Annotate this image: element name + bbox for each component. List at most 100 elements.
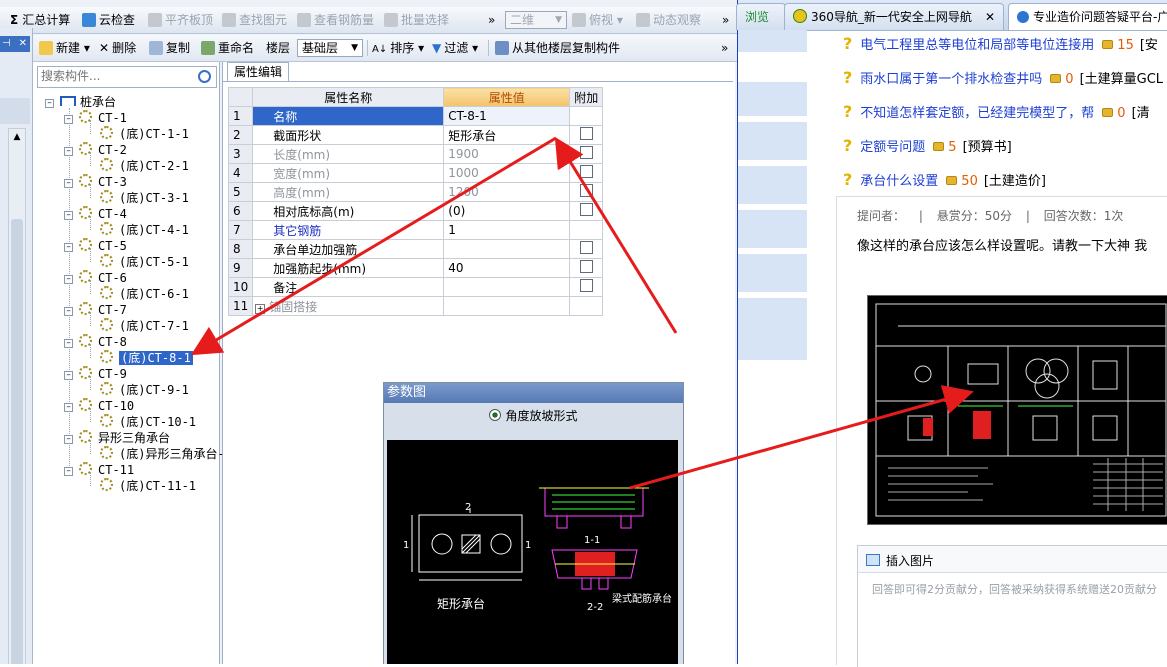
question-link[interactable]: 电气工程里总等电位和局部等电位连接用 <box>860 38 1094 53</box>
question-link[interactable]: 不知道怎样套定额，已经建完模型了，帮 <box>860 106 1094 121</box>
property-row[interactable]: 6 相对底标高(m) (0) <box>227 201 604 221</box>
question-link[interactable]: 定额号问题 <box>860 140 925 155</box>
property-value-cell[interactable]: 矩形承台 <box>443 125 571 145</box>
property-row[interactable]: 10 备注 <box>227 277 604 297</box>
extra-cell[interactable] <box>569 163 604 183</box>
extra-checkbox[interactable] <box>579 146 593 159</box>
collapse-icon[interactable]: − <box>64 211 73 220</box>
new-button[interactable]: 新建 ▾ <box>39 39 90 57</box>
find-element-button[interactable]: 查找图元 <box>222 11 287 29</box>
collapse-icon[interactable]: − <box>64 179 73 188</box>
property-row[interactable]: 7 其它钢筋 1 <box>227 220 604 240</box>
filter-button[interactable]: ▼ 过滤 ▾ <box>432 39 478 57</box>
tree-leaf[interactable]: (底)CT-6-1 <box>100 286 189 302</box>
property-row[interactable]: 8 承台单边加强筋 <box>227 239 604 259</box>
tab-property-edit[interactable]: 属性编辑 <box>227 62 290 81</box>
insert-image-button[interactable]: 插入图片 <box>866 552 934 569</box>
tree-leaf[interactable]: (底)异形三角承台- <box>100 446 225 462</box>
tree-node[interactable]: − CT-10 <box>64 398 134 414</box>
floor-select[interactable]: 基础层 ▼ <box>297 39 363 57</box>
property-row[interactable]: 9 加强筋起步(mm) 40 <box>227 258 604 278</box>
extra-cell[interactable] <box>569 182 604 202</box>
view-2d-dropdown[interactable]: 二维 ▼ <box>505 11 567 29</box>
extra-checkbox[interactable] <box>579 165 593 178</box>
tree-leaf[interactable]: (底)CT-4-1 <box>100 222 189 238</box>
question-link[interactable]: 雨水口属于第一个排水检查井吗 <box>860 72 1042 87</box>
extra-cell[interactable] <box>569 239 604 259</box>
tree-node[interactable]: − CT-9 <box>64 366 127 382</box>
property-value-cell[interactable] <box>443 296 571 316</box>
property-row[interactable]: 2 截面形状 矩形承台 <box>227 125 604 145</box>
toolbar-more[interactable]: » <box>488 11 495 29</box>
tree-leaf[interactable]: (底)CT-7-1 <box>100 318 189 334</box>
property-row[interactable]: 3 长度(mm) 1900 <box>227 144 604 164</box>
collapse-icon[interactable]: − <box>64 339 73 348</box>
expand-icon[interactable]: + <box>255 303 266 314</box>
extra-cell[interactable] <box>569 296 604 316</box>
tree-leaf[interactable]: (底)CT-11-1 <box>100 478 196 494</box>
property-value-cell[interactable]: 1200 <box>443 182 571 202</box>
tree-node[interactable]: − CT-7 <box>64 302 127 318</box>
batch-select-button[interactable]: 批量选择 <box>384 11 449 29</box>
tree-node[interactable]: − CT-1 <box>64 110 127 126</box>
extra-cell[interactable] <box>569 258 604 278</box>
collapse-icon[interactable]: − <box>64 147 73 156</box>
tree-node[interactable]: − CT-6 <box>64 270 127 286</box>
copy-button[interactable]: 复制 <box>149 39 190 57</box>
view-rebar-button[interactable]: 查看钢筋量 <box>297 11 374 29</box>
tree-leaf[interactable]: (底)CT-5-1 <box>100 254 189 270</box>
collapse-icon[interactable]: − <box>64 115 73 124</box>
tree-leaf[interactable]: (底)CT-3-1 <box>100 190 189 206</box>
property-value-cell[interactable]: 1900 <box>443 144 571 164</box>
search-input[interactable] <box>38 67 194 85</box>
left-nav-item[interactable] <box>0 98 30 124</box>
align-slab-top-button[interactable]: 平齐板顶 <box>148 11 213 29</box>
tree-node[interactable]: − CT-5 <box>64 238 127 254</box>
collapse-icon[interactable]: − <box>64 275 73 284</box>
extra-checkbox[interactable] <box>579 260 593 273</box>
toolbar-more-2[interactable]: » <box>722 11 729 29</box>
tree-leaf-selected[interactable]: (底)CT-8-1 <box>100 350 193 366</box>
collapse-icon[interactable]: − <box>64 243 73 252</box>
property-value-cell[interactable] <box>443 277 571 297</box>
slope-radio[interactable]: 角度放坡形式 <box>384 407 683 424</box>
delete-button[interactable]: ✕ 删除 <box>99 39 136 57</box>
tree-leaf[interactable]: (底)CT-1-1 <box>100 126 189 142</box>
extra-cell[interactable] <box>569 277 604 297</box>
collapse-icon[interactable]: − <box>45 99 54 108</box>
left-scrollbar[interactable]: ▲ <box>8 128 26 664</box>
extra-cell[interactable] <box>569 106 604 126</box>
tree-node[interactable]: − 异形三角承台 <box>64 430 170 446</box>
cloud-check-button[interactable]: 云检查 <box>82 11 135 29</box>
tree-node[interactable]: − CT-2 <box>64 142 127 158</box>
dynamic-view-button[interactable]: 动态观察 <box>636 11 701 29</box>
question-link[interactable]: 承台什么设置 <box>860 174 938 189</box>
extra-cell[interactable] <box>569 220 604 240</box>
tree-node[interactable]: − CT-3 <box>64 174 127 190</box>
tree-leaf[interactable]: (底)CT-9-1 <box>100 382 189 398</box>
property-row[interactable]: 5 高度(mm) 1200 <box>227 182 604 202</box>
extra-checkbox[interactable] <box>579 279 593 292</box>
property-row[interactable]: 11 + 锚固搭接 <box>227 296 604 316</box>
toolbar2-more[interactable]: » <box>721 39 728 57</box>
extra-cell[interactable] <box>569 201 604 221</box>
property-value-cell[interactable]: 1 <box>443 220 571 240</box>
extra-cell[interactable] <box>569 144 604 164</box>
property-row[interactable]: 4 宽度(mm) 1000 <box>227 163 604 183</box>
property-value-cell[interactable]: (0) <box>443 201 571 221</box>
rename-button[interactable]: 重命名 <box>201 39 254 57</box>
tree-root[interactable]: − 桩承台 <box>45 94 116 110</box>
extra-checkbox[interactable] <box>579 241 593 254</box>
collapse-icon[interactable]: − <box>64 403 73 412</box>
extra-cell[interactable] <box>569 125 604 145</box>
close-tab-icon[interactable]: ✕ <box>985 4 995 30</box>
tree-leaf[interactable]: (底)CT-2-1 <box>100 158 189 174</box>
scroll-up-icon[interactable]: ▲ <box>10 130 24 144</box>
sum-calc-button[interactable]: Σ 汇总计算 <box>10 11 70 29</box>
property-value-cell[interactable] <box>443 239 571 259</box>
property-value-cell[interactable]: CT-8-1 <box>443 106 571 126</box>
tree-node[interactable]: − CT-8 <box>64 334 127 350</box>
collapse-icon[interactable]: − <box>64 307 73 316</box>
sort-button[interactable]: A↓ 排序 ▾ <box>372 39 424 57</box>
property-row[interactable]: 1 名称 CT-8-1 <box>227 106 604 126</box>
